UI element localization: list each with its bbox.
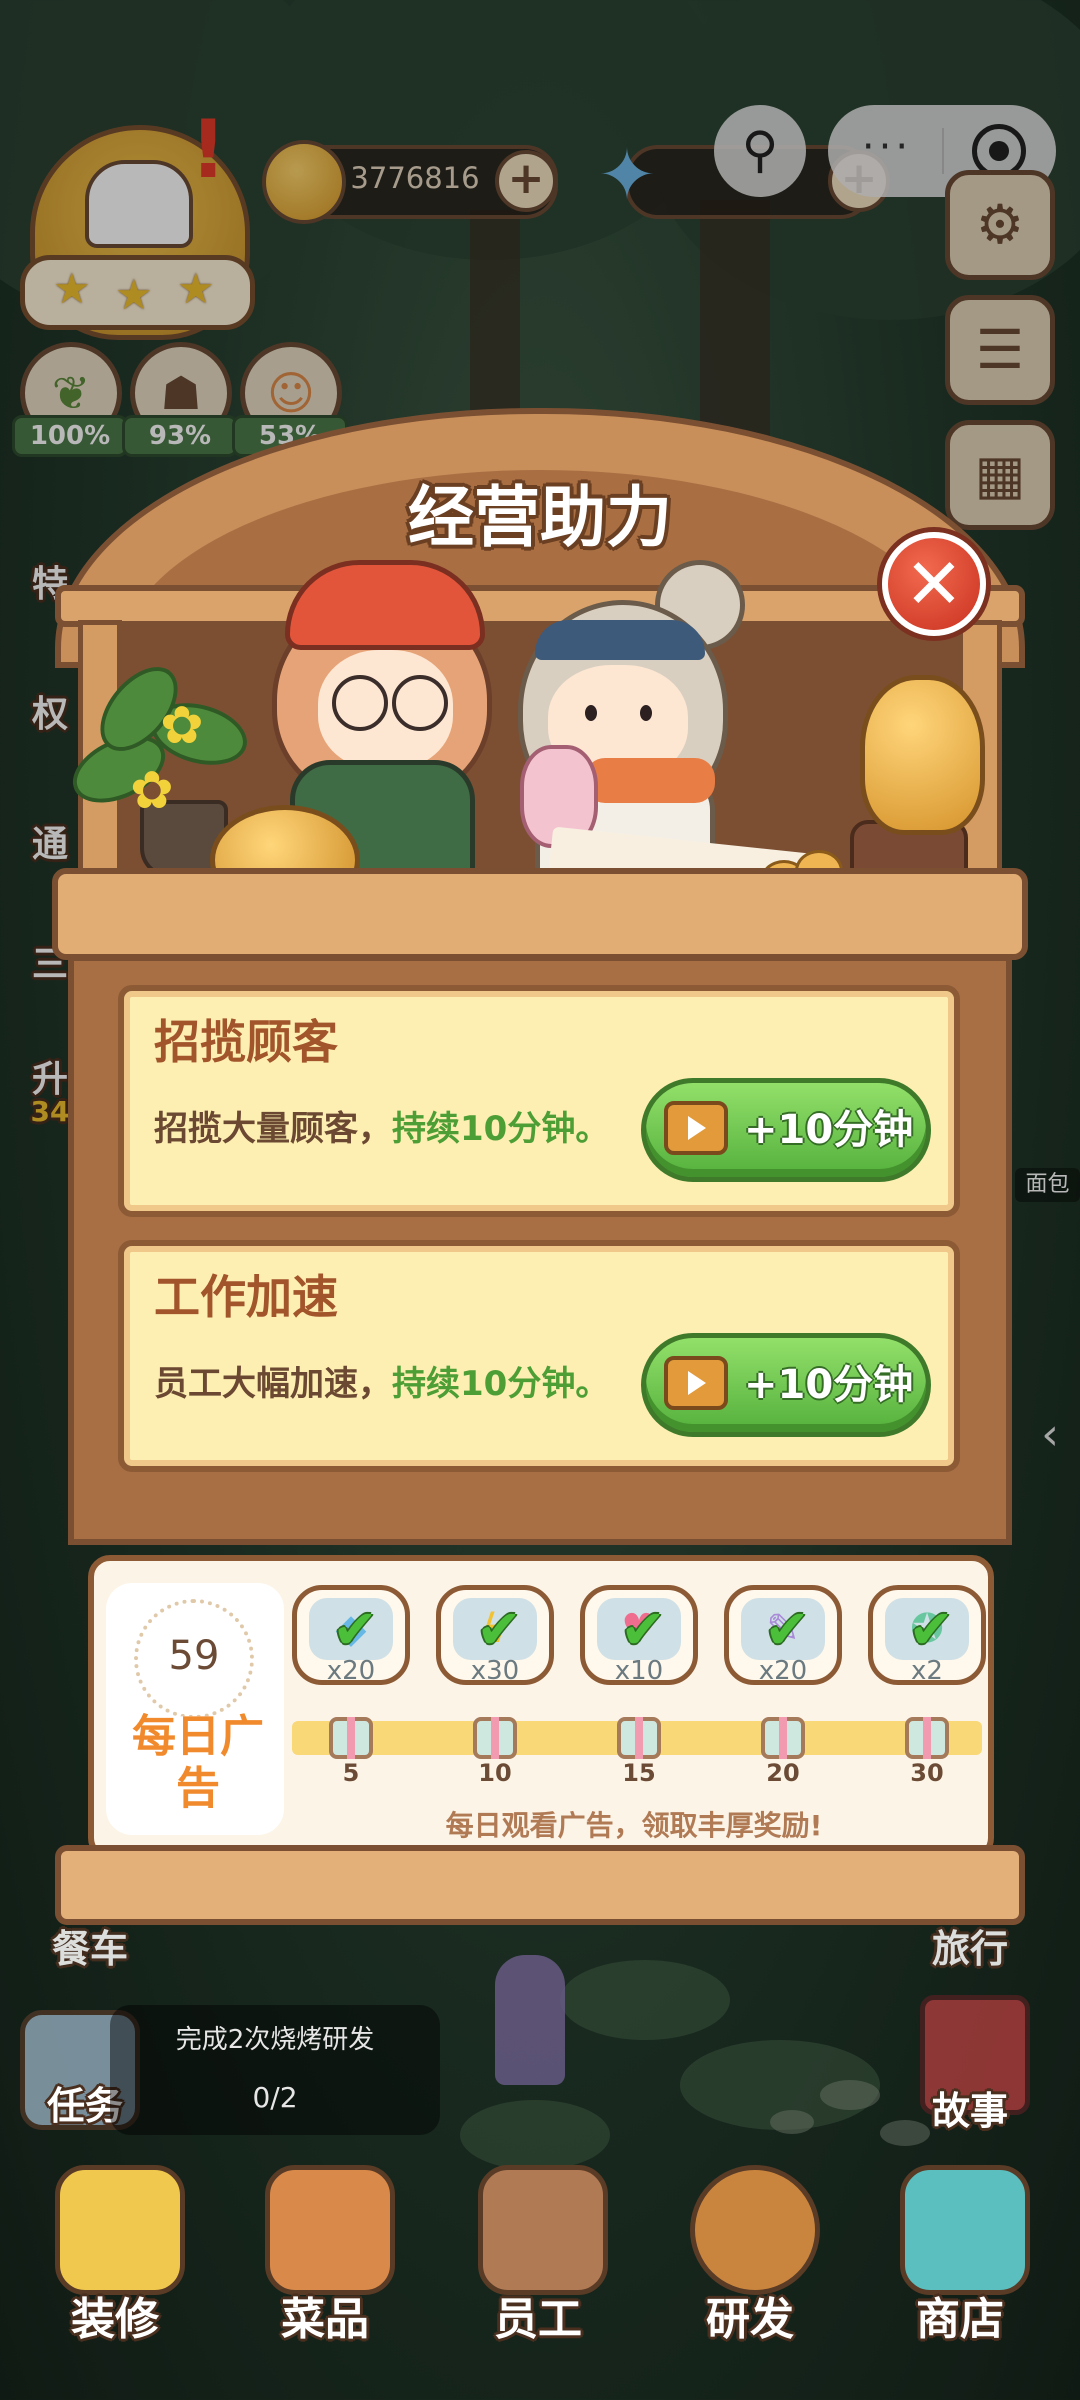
travel-label[interactable]: 旅行 xyxy=(920,1918,1020,1974)
card-title: 招揽顾客 xyxy=(154,1015,338,1069)
nav-renovate[interactable]: 装修 xyxy=(40,2290,190,2350)
reward-quantity: x20 xyxy=(326,1656,376,1686)
daily-ads-label: 每日广告 xyxy=(132,1711,264,1814)
cabinet-base xyxy=(55,1845,1025,1925)
nav-shop[interactable]: 商店 xyxy=(885,2290,1035,2350)
reward-item[interactable]: ♥ ✔ x10 xyxy=(580,1585,698,1686)
shop-stall-icon xyxy=(900,2165,1030,2295)
milestone-label: 10 xyxy=(478,1759,512,1787)
dialog-title: 经营助力 xyxy=(408,479,672,556)
nav-dishes[interactable]: 菜品 xyxy=(250,2290,400,2350)
orange-scarf xyxy=(585,758,715,803)
work-speedup-card: 工作加速 员工大幅加速，持续10分钟。 +10分钟 xyxy=(118,1240,960,1472)
check-icon: ✔ xyxy=(332,1598,378,1661)
gift-box-icon xyxy=(617,1717,661,1759)
check-icon: ✔ xyxy=(476,1598,522,1661)
flower-icon: ✿ xyxy=(160,696,204,756)
boost-button-label: +10分钟 xyxy=(744,1107,914,1153)
glasses-icon xyxy=(332,675,388,731)
close-icon: ✕ xyxy=(904,543,964,625)
tv-play-icon xyxy=(664,1356,728,1410)
card-title: 工作加速 xyxy=(154,1270,338,1324)
milestone-label: 20 xyxy=(766,1759,800,1787)
nav-research[interactable]: 研发 xyxy=(675,2290,825,2350)
watch-ad-boost-button[interactable]: +10分钟 xyxy=(641,1333,931,1437)
gift-box-icon xyxy=(905,1717,949,1759)
cabinet-top-beam xyxy=(55,585,1025,627)
milestone-label: 15 xyxy=(622,1759,656,1787)
milestone-label: 5 xyxy=(342,1759,360,1787)
task-description: 完成2次烧烤研发 xyxy=(175,2025,375,2055)
check-icon: ✔ xyxy=(908,1598,954,1661)
duration-highlight: 持续10分钟。 xyxy=(392,1109,610,1149)
canteen-label[interactable]: 餐车 xyxy=(40,1918,140,1974)
reward-item[interactable]: ✪ ✔ x2 xyxy=(868,1585,986,1686)
eye xyxy=(640,705,652,721)
gift-box-icon xyxy=(329,1717,373,1759)
reward-quantity: x2 xyxy=(911,1656,943,1686)
tv-play-icon xyxy=(664,1101,728,1155)
reward-item[interactable]: ◆ ✔ x20 xyxy=(292,1585,410,1686)
task-panel[interactable]: 完成2次烧烤研发 0/2 xyxy=(110,2005,440,2135)
reward-item[interactable]: ϟ ✔ x30 xyxy=(436,1585,554,1686)
check-icon: ✔ xyxy=(764,1598,810,1661)
reward-item[interactable]: ✎ ✔ x20 xyxy=(724,1585,842,1686)
flower-icon: ✿ xyxy=(130,761,174,821)
close-dialog-button[interactable]: ✕ xyxy=(882,532,986,636)
utensils-icon xyxy=(265,2165,395,2295)
nav-staff[interactable]: 员工 xyxy=(463,2290,613,2350)
gift-box-icon xyxy=(761,1717,805,1759)
gift-box-icon xyxy=(473,1717,517,1759)
daily-ads-panel: 59 每日广告 ◆ ✔ x20 ϟ ✔ x30 ♥ ✔ x10 ✎ ✔ x20 xyxy=(88,1555,994,1860)
duration-highlight: 持续10分钟。 xyxy=(392,1364,610,1404)
task-progress: 0/2 xyxy=(252,2081,298,2114)
daily-ads-count: 59 xyxy=(168,1633,220,1679)
lucky-cat-icon xyxy=(860,675,985,835)
reward-quantity: x20 xyxy=(758,1656,808,1686)
card-description: 招揽大量顾客，持续10分钟。 xyxy=(154,1109,610,1149)
glasses-icon xyxy=(392,675,448,731)
reward-quantity: x10 xyxy=(614,1656,664,1686)
renovate-bucket-icon xyxy=(55,2165,185,2295)
story-label[interactable]: 故事 xyxy=(915,2080,1025,2136)
daily-ads-hint: 每日观看广告，领取丰厚奖励! xyxy=(445,1809,823,1842)
milestone-label: 30 xyxy=(910,1759,944,1787)
card-description: 员工大幅加速，持续10分钟。 xyxy=(154,1364,610,1404)
walking-npc xyxy=(495,1955,565,2085)
daily-ads-badge: 59 每日广告 xyxy=(106,1583,284,1835)
watch-ad-boost-button[interactable]: +10分钟 xyxy=(641,1078,931,1182)
cooking-pot-icon xyxy=(690,2165,820,2295)
headband xyxy=(535,620,705,660)
eye xyxy=(585,705,597,721)
staff-badge-icon xyxy=(478,2165,608,2295)
boost-button-label: +10分钟 xyxy=(744,1362,914,1408)
reward-quantity: x30 xyxy=(470,1656,520,1686)
attract-customers-card: 招揽顾客 招揽大量顾客，持续10分钟。 +10分钟 xyxy=(118,985,960,1217)
cabinet-shelf xyxy=(52,868,1028,960)
check-icon: ✔ xyxy=(620,1598,666,1661)
